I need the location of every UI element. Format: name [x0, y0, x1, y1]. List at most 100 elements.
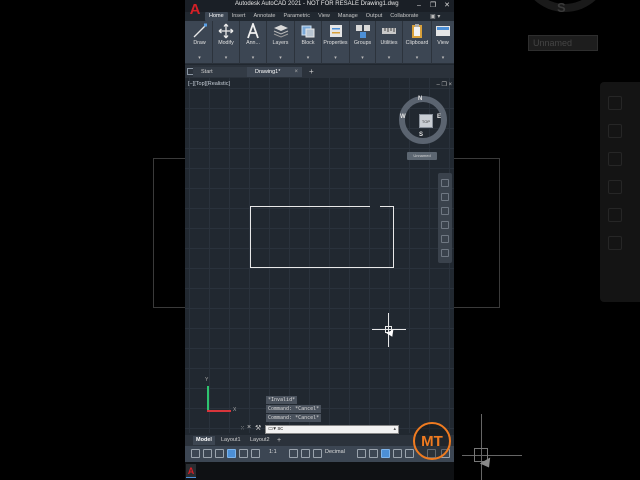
navigation-bar [438, 173, 452, 263]
command-history-line: Command: *Cancel* [266, 405, 322, 413]
restore-button[interactable]: ❐ [428, 0, 438, 11]
mt-watermark-logo: MT [413, 422, 451, 460]
annotation-monitor-icon[interactable] [301, 449, 310, 458]
panel-block[interactable]: Block ▾ [295, 21, 322, 64]
units-icon[interactable] [313, 449, 322, 458]
viewcube-south[interactable]: S [419, 132, 423, 138]
tab-manage[interactable]: Manage [334, 12, 362, 21]
viewport-controls[interactable]: [−][Top][Realistic] [188, 81, 230, 87]
command-input-value: sc [277, 426, 284, 432]
quick-properties-icon[interactable] [357, 449, 366, 458]
ortho-toggle[interactable] [215, 449, 224, 458]
text-icon [247, 23, 259, 39]
showmotion-icon[interactable] [441, 235, 449, 243]
background-navbar [600, 82, 640, 302]
mouse-cursor-icon [386, 329, 396, 339]
ucs-menu[interactable]: Unnamed [407, 152, 437, 160]
ribbon-tab-bar: Home Insert Annotate Parametric View Man… [205, 12, 422, 21]
background-crosshair-vertical [481, 414, 482, 480]
layers-icon [273, 25, 288, 38]
tab-view[interactable]: View [314, 12, 334, 21]
viewport-window-controls[interactable]: – ❐ × [436, 81, 452, 88]
steering-wheel-icon[interactable] [441, 179, 449, 187]
tab-output[interactable]: Output [362, 12, 387, 21]
tab-drawing1[interactable]: Drawing1* × [247, 67, 302, 77]
drawing-area[interactable]: [−][Top][Realistic] – ❐ × N S E W TOP Un… [185, 78, 454, 433]
workspace-icon[interactable] [289, 449, 298, 458]
command-line-close-icon[interactable]: × [247, 424, 251, 431]
isodraft-toggle[interactable] [239, 449, 248, 458]
close-button[interactable]: ✕ [442, 0, 452, 11]
snap-toggle[interactable] [203, 449, 212, 458]
lock-ui-icon[interactable] [369, 449, 378, 458]
new-layout-button[interactable]: + [277, 436, 281, 445]
autocad-logo-icon[interactable]: A [187, 1, 203, 21]
ucs-x-label: X [233, 407, 237, 413]
panel-view[interactable]: View ▾ [432, 21, 454, 64]
window-title: Autodesk AutoCAD 2021 - NOT FOR RESALE D… [235, 1, 399, 7]
autocad-window: Autodesk AutoCAD 2021 - NOT FOR RESALE D… [185, 0, 454, 480]
properties-icon [329, 25, 342, 37]
title-bar: Autodesk AutoCAD 2021 - NOT FOR RESALE D… [185, 0, 454, 12]
clipboard-icon [412, 24, 422, 38]
grid-toggle[interactable] [191, 449, 200, 458]
hardware-acceleration-icon[interactable] [393, 449, 402, 458]
zoom-extents-icon[interactable] [441, 207, 449, 215]
panel-layers[interactable]: Layers ▾ [267, 21, 295, 64]
file-tab-bar: Start Drawing1* × + [185, 65, 454, 78]
block-icon [301, 25, 315, 38]
annotation-scale[interactable]: 1:1 [269, 449, 277, 455]
tab-home[interactable]: Home [205, 12, 228, 21]
minimize-button[interactable]: – [414, 0, 424, 11]
panel-modify[interactable]: Modify ▾ [213, 21, 240, 64]
isolate-objects-icon[interactable] [381, 449, 390, 458]
panel-properties[interactable]: Properties ▾ [322, 21, 350, 64]
customize-icon[interactable]: ⚒ [255, 424, 261, 432]
ucs-y-axis [207, 386, 209, 412]
viewcube[interactable]: N S E W TOP [399, 96, 447, 144]
panel-draw[interactable]: Draw ▾ [187, 21, 213, 64]
command-input[interactable]: ▭▾ sc ▴ [265, 425, 399, 434]
panel-groups[interactable]: Groups ▾ [350, 21, 376, 64]
orbit-icon[interactable] [441, 221, 449, 229]
mt-watermark-text: MT [421, 433, 443, 450]
tab-insert[interactable]: Insert [228, 12, 250, 21]
command-line-grip[interactable]: ⁙ [240, 425, 245, 433]
draw-line-icon [193, 23, 207, 38]
panel-annotation[interactable]: Ann... ▾ [240, 21, 267, 64]
groups-icon [355, 25, 370, 38]
tab-layout1[interactable]: Layout1 [218, 436, 244, 445]
navbar-customize-icon[interactable] [441, 249, 449, 257]
tab-start[interactable]: Start [193, 67, 248, 77]
pan-icon[interactable] [441, 193, 449, 201]
recent-commands-icon[interactable]: ▭▾ [268, 426, 276, 432]
measure-icon [382, 28, 396, 34]
osnap-toggle[interactable] [251, 449, 260, 458]
command-history-line: Command: *Cancel* [266, 414, 322, 422]
viewcube-east[interactable]: E [437, 114, 441, 120]
drawn-rectangle[interactable] [250, 206, 394, 268]
viewcube-top-face[interactable]: TOP [419, 114, 433, 128]
panel-utilities[interactable]: Utilities ▾ [376, 21, 403, 64]
panel-clipboard[interactable]: Clipboard ▾ [403, 21, 432, 64]
polar-toggle[interactable] [227, 449, 236, 458]
tab-model[interactable]: Model [193, 436, 215, 445]
units-display[interactable]: Decimal [325, 449, 345, 455]
ucs-x-axis [207, 410, 231, 412]
ribbon-minimize-toggle[interactable]: ▣ ▾ [430, 13, 440, 20]
new-tab-button[interactable]: + [309, 67, 314, 77]
tab-parametric[interactable]: Parametric [279, 12, 314, 21]
tab-annotate[interactable]: Annotate [249, 12, 279, 21]
view-icon [436, 26, 450, 36]
background-crosshair-horizontal [462, 455, 522, 456]
background-compass-south: S [557, 0, 566, 15]
viewcube-west[interactable]: W [400, 114, 406, 120]
command-line: ⁙ × ⚒ ▭▾ sc ▴ [185, 423, 400, 435]
tab-layout2[interactable]: Layout2 [247, 436, 273, 445]
close-tab-icon[interactable]: × [294, 67, 298, 77]
clean-screen-icon[interactable] [405, 449, 414, 458]
viewcube-north[interactable]: N [418, 96, 422, 102]
command-history-toggle[interactable]: ▴ [393, 426, 396, 433]
tab-collaborate[interactable]: Collaborate [386, 12, 422, 21]
autocad-taskbar-icon[interactable]: A [186, 464, 196, 478]
